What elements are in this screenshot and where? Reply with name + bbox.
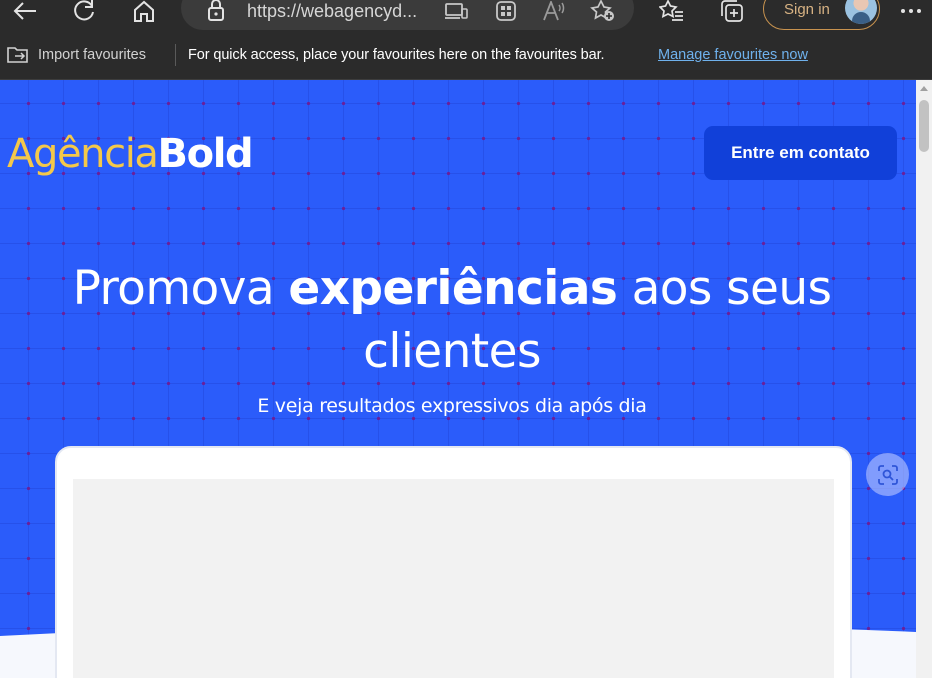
hero-title-bold: experiências	[288, 261, 618, 316]
sign-in-label: Sign in	[784, 1, 830, 18]
scroll-up-arrow-icon[interactable]	[920, 86, 928, 91]
hero-title: Promova experiências aos seus clientes	[0, 257, 904, 383]
read-aloud-icon[interactable]	[541, 0, 567, 22]
collections-icon[interactable]	[718, 0, 746, 22]
import-favourites-button[interactable]: Import favourites	[38, 45, 146, 65]
device-icon[interactable]	[443, 0, 469, 22]
more-icon[interactable]	[898, 0, 924, 22]
logo-bold-text: Bold	[157, 131, 254, 177]
scroll-thumb[interactable]	[919, 100, 929, 152]
favourites-message: For quick access, place your favourites …	[188, 47, 605, 63]
hero-subtitle: E veja resultados expressivos dia após d…	[257, 395, 647, 417]
contact-button[interactable]: Entre em contato	[704, 126, 897, 180]
extensions-icon[interactable]	[493, 0, 519, 22]
visual-search-button[interactable]	[866, 453, 909, 496]
visual-search-icon	[877, 464, 898, 485]
favourites-divider	[175, 44, 176, 66]
manage-favourites-link[interactable]: Manage favourites now	[658, 45, 808, 65]
favourites-bar: Import favourites For quick access, plac…	[0, 36, 932, 80]
back-icon[interactable]	[10, 0, 40, 22]
refresh-icon[interactable]	[70, 0, 98, 22]
favourites-icon[interactable]	[658, 0, 686, 22]
hero-title-pre: Promova	[72, 261, 289, 316]
import-favourites-icon[interactable]	[6, 44, 30, 66]
logo-light-text: Agência	[7, 131, 159, 177]
web-page: AgênciaBold Entre em contato Promova exp…	[0, 80, 916, 678]
vertical-scrollbar[interactable]	[916, 80, 932, 678]
lock-icon[interactable]	[203, 0, 229, 22]
address-text[interactable]: https://webagencyd...	[247, 0, 417, 22]
mockup-screen	[73, 479, 834, 678]
browser-toolbar: https://webagencyd... Sign in	[0, 0, 932, 36]
site-logo[interactable]: AgênciaBold	[7, 130, 254, 178]
add-favourite-icon[interactable]	[589, 0, 617, 22]
home-icon[interactable]	[130, 0, 158, 22]
